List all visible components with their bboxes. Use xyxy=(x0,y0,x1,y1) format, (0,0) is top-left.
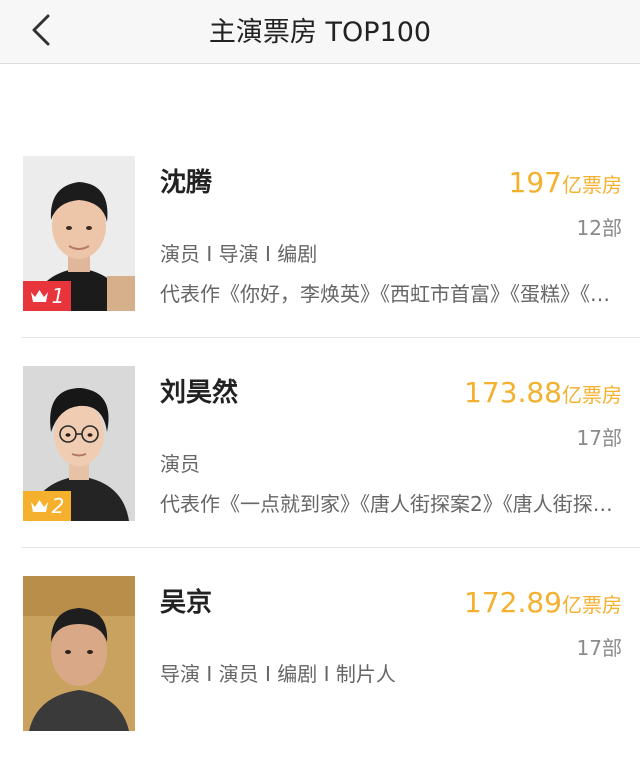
roles: 演员 xyxy=(160,452,200,476)
box-office-value: 172.89 xyxy=(464,586,562,619)
crown-icon xyxy=(30,500,48,512)
actor-name[interactable]: 沈腾 xyxy=(160,162,212,199)
rank-number: 2 xyxy=(51,494,65,518)
rank-badge: 1 xyxy=(23,281,71,311)
avatar[interactable]: 2 xyxy=(23,366,135,521)
rank-badge: 2 xyxy=(23,491,71,521)
avatar[interactable]: 1 xyxy=(23,156,135,311)
crown-icon xyxy=(30,290,48,302)
box-office-value: 197 xyxy=(508,166,562,199)
film-count: 12部 xyxy=(576,216,622,240)
actor-row[interactable]: 2 刘昊然 173.88亿票房 17部 演员 代表作《一点就到家》《唐人街探案2… xyxy=(0,338,640,548)
actor-row[interactable]: 1 沈腾 197亿票房 12部 演员 I 导演 I 编剧 代表作《你好，李焕英》… xyxy=(0,128,640,338)
representative-works: 代表作《一点就到家》《唐人街探案2》《唐人街探案3》 xyxy=(160,492,620,516)
rank-number: 1 xyxy=(51,284,65,308)
box-office: 173.88亿票房 xyxy=(464,376,622,409)
representative-works: 代表作《你好，李焕英》《西虹市首富》《蛋糕》《… xyxy=(160,282,610,306)
box-office-value: 173.88 xyxy=(464,376,562,409)
actor-name[interactable]: 吴京 xyxy=(160,582,212,619)
nav-bar: 主演票房 TOP100 xyxy=(0,0,640,64)
actor-photo xyxy=(23,576,135,731)
roles: 演员 I 导演 I 编剧 xyxy=(160,242,318,266)
box-office-unit: 亿票房 xyxy=(562,173,622,197)
box-office-unit: 亿票房 xyxy=(562,593,622,617)
box-office-unit: 亿票房 xyxy=(562,383,622,407)
roles: 导演 I 演员 I 编剧 I 制片人 xyxy=(160,662,396,686)
page-title: 主演票房 TOP100 xyxy=(208,17,432,48)
film-count: 17部 xyxy=(576,426,622,450)
film-count: 17部 xyxy=(576,636,622,660)
box-office: 197亿票房 xyxy=(509,166,622,199)
actor-row[interactable]: 吴京 172.89亿票房 17部 导演 I 演员 I 编剧 I 制片人 xyxy=(0,548,640,758)
actor-name[interactable]: 刘昊然 xyxy=(160,372,238,409)
avatar[interactable] xyxy=(23,576,135,731)
box-office: 172.89亿票房 xyxy=(464,586,622,619)
